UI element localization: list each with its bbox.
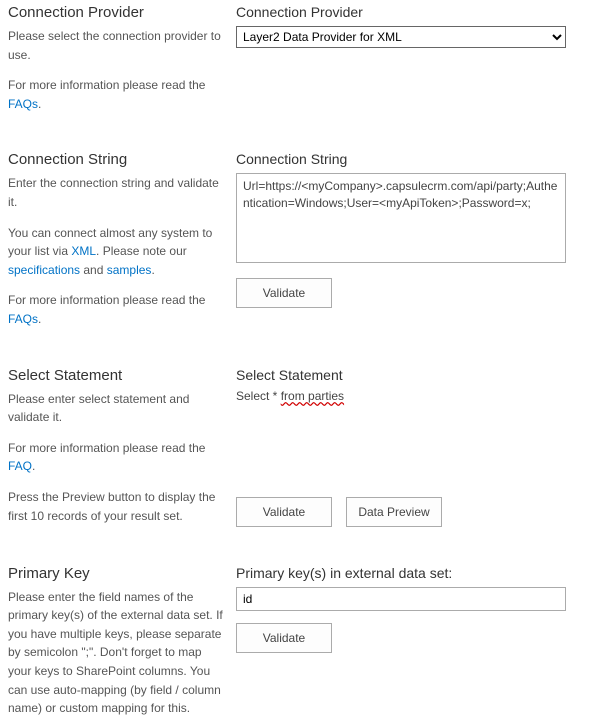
button-row: Validate: [236, 278, 592, 308]
section-select-statement: Select Statement Please enter select sta…: [8, 367, 592, 527]
section-title: Primary Key: [8, 565, 224, 582]
validate-button[interactable]: Validate: [236, 497, 332, 527]
section-desc: Please select the connection provider to…: [8, 27, 224, 64]
section-title: Select Statement: [8, 367, 224, 384]
more-info-text: For more information please read the: [8, 78, 205, 92]
right-col: Connection Provider Layer2 Data Provider…: [236, 4, 592, 113]
validate-button[interactable]: Validate: [236, 278, 332, 308]
section-desc: Enter the connection string and validate…: [8, 174, 224, 211]
field-label-pk: Primary key(s) in external data set:: [236, 565, 592, 581]
txt-c: and: [80, 263, 107, 277]
button-row: Validate: [236, 623, 592, 653]
section-title: Connection Provider: [8, 4, 224, 21]
txt-b: . Please note our: [96, 244, 187, 258]
left-col: Connection String Enter the connection s…: [8, 151, 236, 328]
xml-link[interactable]: XML: [71, 244, 96, 258]
section-title: Connection String: [8, 151, 224, 168]
specifications-link[interactable]: specifications: [8, 263, 80, 277]
section-connection-string: Connection String Enter the connection s…: [8, 151, 592, 328]
left-col: Select Statement Please enter select sta…: [8, 367, 236, 527]
validate-button[interactable]: Validate: [236, 623, 332, 653]
right-col: Connection String Validate: [236, 151, 592, 328]
samples-link[interactable]: samples: [107, 263, 152, 277]
right-col: Select Statement Select * from parties V…: [236, 367, 592, 527]
section-desc-2: You can connect almost any system to you…: [8, 224, 224, 280]
left-col: Connection Provider Please select the co…: [8, 4, 236, 113]
section-connection-provider: Connection Provider Please select the co…: [8, 4, 592, 113]
faqs-link[interactable]: FAQs: [8, 312, 38, 326]
section-desc-preview: Press the Preview button to display the …: [8, 488, 224, 525]
connection-string-input[interactable]: [236, 173, 566, 263]
section-more: For more information please read the FAQ…: [8, 439, 224, 476]
more-info-text: For more information please read the: [8, 293, 205, 307]
select-value-pre: Select *: [236, 389, 281, 403]
field-label-provider: Connection Provider: [236, 4, 592, 20]
faqs-link[interactable]: FAQs: [8, 97, 38, 111]
connection-provider-select[interactable]: Layer2 Data Provider for XML: [236, 26, 566, 48]
left-col: Primary Key Please enter the field names…: [8, 565, 236, 718]
field-label-connstring: Connection String: [236, 151, 592, 167]
right-col: Primary key(s) in external data set: Val…: [236, 565, 592, 718]
section-more: For more information please read the FAQ…: [8, 76, 224, 113]
faq-link[interactable]: FAQ: [8, 459, 32, 473]
field-label-select: Select Statement: [236, 367, 592, 383]
button-row: Validate Data Preview: [236, 497, 592, 527]
section-primary-key: Primary Key Please enter the field names…: [8, 565, 592, 718]
txt-d: .: [151, 263, 154, 277]
section-more: For more information please read the FAQ…: [8, 291, 224, 328]
select-statement-input[interactable]: Select * from parties: [236, 389, 592, 485]
more-info-text: For more information please read the: [8, 441, 205, 455]
primary-key-input[interactable]: [236, 587, 566, 611]
select-value-error: from parties: [281, 389, 344, 403]
data-preview-button[interactable]: Data Preview: [346, 497, 442, 527]
section-desc: Please enter the field names of the prim…: [8, 588, 224, 718]
section-desc: Please enter select statement and valida…: [8, 390, 224, 427]
